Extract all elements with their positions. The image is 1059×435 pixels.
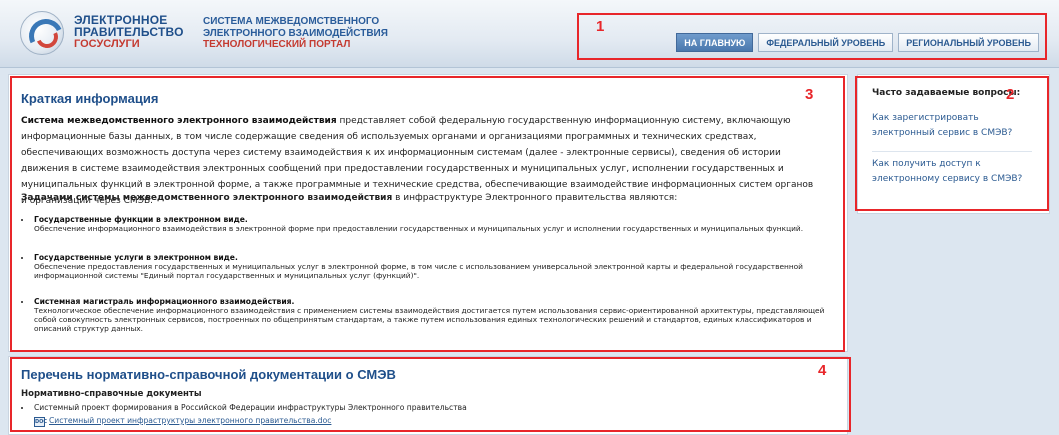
annotation-box-2 <box>855 76 1049 211</box>
annotation-number-1: 1 <box>596 18 605 35</box>
annotation-number-3: 3 <box>805 86 814 103</box>
portal-title-line-2: ЭЛЕКТРОННОГО ВЗАИМОДЕЙСТВИЯ <box>203 27 388 39</box>
portal-title: СИСТЕМА МЕЖВЕДОМСТВЕННОГО ЭЛЕКТРОННОГО В… <box>203 16 388 51</box>
annotation-number-4: 4 <box>818 362 827 379</box>
annotation-box-1 <box>577 13 1047 60</box>
annotation-box-3 <box>10 76 845 352</box>
logo-line-3: ГОСУСЛУГИ <box>74 38 140 50</box>
portal-title-line-1: СИСТЕМА МЕЖВЕДОМСТВЕННОГО <box>203 16 380 27</box>
portal-subtitle: ТЕХНОЛОГИЧЕСКИЙ ПОРТАЛ <box>203 39 351 50</box>
gosuslugi-logo-icon[interactable] <box>20 11 64 55</box>
logo-text[interactable]: ЭЛЕКТРОННОЕ ПРАВИТЕЛЬСТВО ГОСУСЛУГИ <box>74 14 184 50</box>
annotation-number-2: 2 <box>1006 86 1015 103</box>
annotation-box-4 <box>10 357 851 432</box>
logo-line-2: ПРАВИТЕЛЬСТВО <box>74 25 184 39</box>
